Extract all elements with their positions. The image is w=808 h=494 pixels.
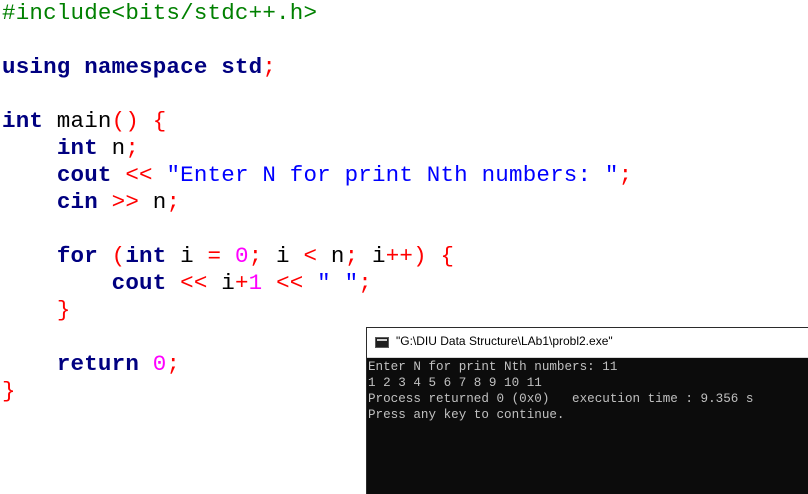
code-token: ; [166,351,181,377]
code-token: cin [56,189,98,215]
code-line[interactable]: for (int i = 0; i < n; i++) { [2,243,454,270]
code-token: } [56,297,71,323]
code-token: namespace [84,54,208,80]
code-token: 0 [234,243,249,269]
console-title: "G:\DIU Data Structure\LAb1\probl2.exe" [396,334,613,348]
code-token: return [56,351,140,377]
code-token: i [358,243,386,269]
code-token: n [317,243,345,269]
code-token: int [125,243,167,269]
code-token: int [56,135,98,161]
code-token: " " [317,270,359,296]
console-line: Press any key to continue. [368,408,565,422]
code-line[interactable]: cin >> n; [2,189,180,216]
code-token: using [2,54,71,80]
console-line: Enter N for print Nth numbers: 11 [368,360,618,374]
code-line[interactable]: } [2,378,16,405]
code-token: { [152,108,167,134]
code-token: << [276,270,304,296]
code-token: #include<bits/stdc++.h> [2,0,318,26]
console-window[interactable]: "G:\DIU Data Structure\LAb1\probl2.exe" … [366,327,808,494]
code-token: "Enter N for print Nth numbers: " [166,162,619,188]
code-token: { [440,243,455,269]
code-token: i [207,270,235,296]
code-token: n [139,189,167,215]
code-token: () [111,108,140,134]
console-line: 1 2 3 4 5 6 7 8 9 10 11 [368,376,542,390]
code-token: = [207,243,222,269]
code-line[interactable]: return 0; [2,351,180,378]
code-token: n [97,135,126,161]
code-token: ( [111,243,126,269]
code-token: } [2,378,16,404]
code-token: ; [618,162,633,188]
code-line[interactable]: using namespace std; [2,54,276,81]
code-token: < [303,243,318,269]
code-token: << [125,162,153,188]
code-token: ; [344,243,359,269]
code-token: cout [56,162,112,188]
code-token: << [180,270,208,296]
console-line: Process returned 0 (0x0) execution time … [368,392,754,406]
code-line[interactable]: cout << "Enter N for print Nth numbers: … [2,162,632,189]
code-token: cout [111,270,167,296]
code-line[interactable]: #include<bits/stdc++.h> [2,0,317,27]
code-token: int [2,108,44,134]
code-token: i [166,243,208,269]
code-token: >> [111,189,140,215]
code-token: ; [125,135,140,161]
code-token: i [262,243,304,269]
code-line[interactable]: int n; [2,135,139,162]
code-token: ++) [385,243,427,269]
code-token: 0 [152,351,167,377]
code-line[interactable]: } [2,297,71,324]
console-titlebar[interactable]: "G:\DIU Data Structure\LAb1\probl2.exe" [367,328,808,358]
console-output: Enter N for print Nth numbers: 11 1 2 3 … [368,359,753,423]
code-token: + [234,270,249,296]
code-token: ; [166,189,181,215]
code-line[interactable]: int main() { [2,108,166,135]
code-token: ; [262,54,277,80]
code-token: std [221,54,263,80]
code-token: main [43,108,112,134]
code-token: ; [358,270,372,296]
console-window-icon [375,337,389,348]
code-token: 1 [248,270,263,296]
code-token: ; [248,243,263,269]
code-line[interactable]: cout << i+1 << " "; [2,270,372,297]
code-token: for [56,243,98,269]
